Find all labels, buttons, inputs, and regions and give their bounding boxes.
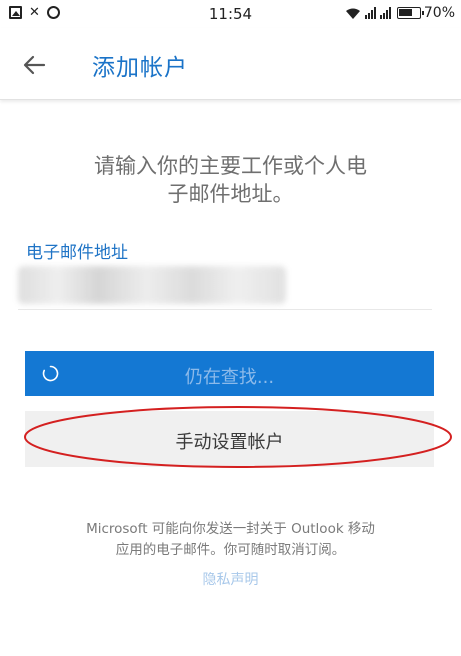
searching-button[interactable]: 仍在查找... <box>25 351 434 396</box>
instruction-line-1: 请输入你的主要工作或个人电 <box>94 154 367 178</box>
email-value-redacted <box>18 266 286 304</box>
email-disclaimer: Microsoft 可能向你发送一封关于 Outlook 移动 应用的电子邮件。… <box>40 519 421 561</box>
status-right-icons: 70% <box>345 5 455 21</box>
status-bar: ✕ 11:54 70% <box>0 0 461 28</box>
battery-percent: 70% <box>423 5 455 21</box>
instruction-text: 请输入你的主要工作或个人电 子邮件地址。 <box>40 152 421 208</box>
battery-icon <box>396 7 424 19</box>
disclaimer-line-1: Microsoft 可能向你发送一封关于 Outlook 移动 <box>86 521 375 537</box>
manual-setup-button-label: 手动设置帐户 <box>175 432 284 453</box>
back-button[interactable] <box>20 50 50 80</box>
manual-setup-button[interactable]: 手动设置帐户 <box>25 411 434 467</box>
searching-button-label: 仍在查找... <box>184 367 275 388</box>
email-field-label: 电子邮件地址 <box>26 243 128 263</box>
instruction-line-2: 子邮件地址。 <box>167 182 294 206</box>
wifi-icon <box>345 8 360 19</box>
app-bar: 添加帐户 <box>0 28 461 100</box>
signal-icon <box>364 7 391 19</box>
page-title: 添加帐户 <box>92 55 188 81</box>
disclaimer-line-2: 应用的电子邮件。你可随时取消订阅。 <box>115 542 346 558</box>
privacy-statement-link[interactable]: 隐私声明 <box>0 569 461 589</box>
arrow-left-icon <box>23 55 46 75</box>
